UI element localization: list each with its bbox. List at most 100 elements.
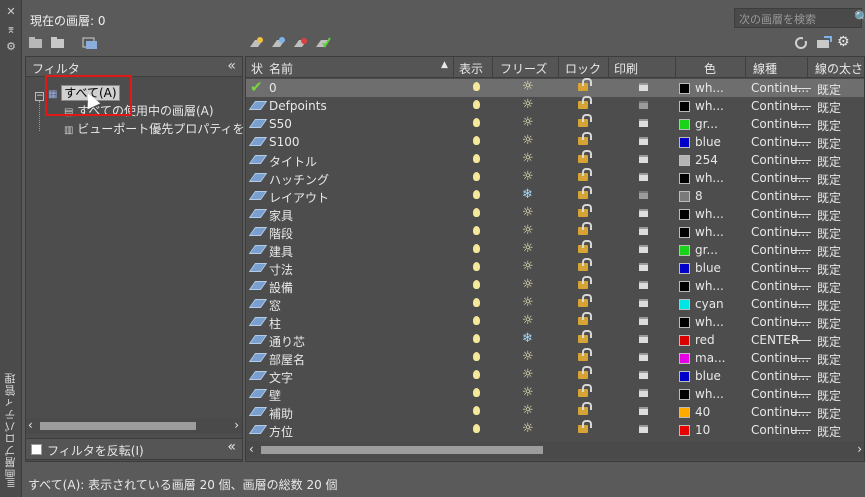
unlocked-icon[interactable] [578,330,592,343]
layer-row[interactable]: 窓 ☼ cyan Continu... 既定 [246,294,864,314]
color-swatch[interactable] [679,299,690,310]
scrollbar-thumb[interactable] [261,446,543,454]
unlocked-icon[interactable] [578,222,592,235]
plot-icon[interactable] [639,83,648,91]
plot-icon[interactable] [639,407,648,415]
layer-name[interactable]: 方位 [269,423,293,440]
on-off-bulb-icon[interactable] [473,388,480,397]
color-name[interactable]: wh... [695,225,724,239]
layer-row[interactable]: 階段 ☼ wh... Continu... 既定 [246,222,864,241]
col-name[interactable]: 名前 [269,60,293,77]
col-on[interactable]: 表示 [459,60,483,77]
layer-name[interactable]: ハッチング [269,171,329,188]
thawed-sun-icon[interactable]: ☼ [522,277,534,292]
color-name[interactable]: wh... [695,171,724,185]
tree-collapse-toggle[interactable]: − [35,92,44,101]
color-swatch[interactable] [679,317,690,328]
on-off-bulb-icon[interactable] [473,280,480,289]
unlocked-icon[interactable] [578,294,592,307]
color-name[interactable]: 10 [695,423,710,437]
no-plot-icon[interactable] [639,191,648,199]
layer-name[interactable]: タイトル [269,153,317,170]
col-freeze[interactable]: フリーズ [500,60,547,77]
color-name[interactable]: wh... [695,387,724,401]
thawed-sun-icon[interactable]: ☼ [522,367,534,382]
layer-row[interactable]: 壁 ☼ wh... Continu... 既定 [246,384,864,404]
lineweight[interactable]: 既定 [817,153,841,170]
unlocked-icon[interactable] [578,420,592,433]
layer-name[interactable]: S100 [269,135,300,149]
thawed-sun-icon[interactable]: ☼ [522,151,534,166]
layer-name[interactable]: 窓 [269,297,281,314]
unlocked-icon[interactable] [578,78,592,91]
on-off-bulb-icon[interactable] [473,226,480,235]
new-vp-frozen-layer-icon[interactable] [271,36,287,50]
unlocked-icon[interactable] [578,312,592,325]
new-layer-icon[interactable] [249,36,265,50]
lineweight[interactable]: 既定 [817,387,841,404]
color-swatch[interactable] [679,83,690,94]
layer-row[interactable]: 方位 ☼ 10 Continu... 既定 [246,420,864,440]
thawed-sun-icon[interactable]: ☼ [522,349,534,364]
layer-name[interactable]: 文字 [269,369,293,386]
collapse-filter-icon[interactable]: « [227,58,236,74]
thawed-sun-icon[interactable]: ☼ [522,115,534,130]
on-off-bulb-icon[interactable] [473,316,480,325]
layer-search-input[interactable]: 次の画層を検索 [734,8,862,28]
color-swatch[interactable] [679,191,690,202]
color-swatch[interactable] [679,281,690,292]
layer-row[interactable]: 部屋名 ☼ ma... Continu... 既定 [246,348,864,367]
on-off-bulb-icon[interactable] [473,424,480,433]
unlocked-icon[interactable] [578,384,592,397]
plot-icon[interactable] [639,371,648,379]
color-name[interactable]: cyan [695,297,724,311]
lineweight[interactable]: 既定 [817,171,841,188]
unlocked-icon[interactable] [578,96,592,109]
color-name[interactable]: 40 [695,405,710,419]
scroll-right-icon[interactable]: › [234,418,239,432]
color-name[interactable]: wh... [695,207,724,221]
thawed-sun-icon[interactable]: ☼ [522,169,534,184]
layer-row[interactable]: ✔ 0 ☼ wh... Continu... 既定 [246,78,864,97]
unlocked-icon[interactable] [578,114,592,127]
scroll-left-icon[interactable]: ‹ [249,442,254,456]
color-swatch[interactable] [679,119,690,130]
col-plot[interactable]: 印刷 [614,60,638,77]
pin-icon[interactable]: ⌆ [5,24,17,36]
lineweight[interactable]: 既定 [817,117,841,134]
unlocked-icon[interactable] [578,132,592,145]
scrollbar-thumb[interactable] [40,422,196,430]
layer-name[interactable]: 壁 [269,387,281,404]
layer-name[interactable]: Defpoints [269,99,327,113]
frozen-snowflake-icon[interactable]: ❄ [522,331,533,346]
color-name[interactable]: gr... [695,243,718,257]
color-name[interactable]: wh... [695,81,724,95]
unlocked-icon[interactable] [578,348,592,361]
lineweight[interactable]: 既定 [817,333,841,350]
color-swatch[interactable] [679,209,690,220]
color-swatch[interactable] [679,335,690,346]
on-off-bulb-icon[interactable] [473,298,480,307]
thawed-sun-icon[interactable]: ☼ [522,385,534,400]
on-off-bulb-icon[interactable] [473,82,480,91]
layer-row[interactable]: タイトル ☼ 254 Continu... 既定 [246,150,864,170]
layer-name[interactable]: 柱 [269,315,281,332]
layer-states-manager-icon[interactable] [82,36,98,50]
refresh-icon[interactable] [794,36,810,50]
col-linetype[interactable]: 線種 [753,60,777,77]
layer-row[interactable]: S100 ☼ blue Continu... 既定 [246,132,864,151]
layer-name[interactable]: 家具 [269,207,293,224]
settings-icon[interactable]: ⚙ [837,34,850,50]
thawed-sun-icon[interactable]: ☼ [522,241,534,256]
thawed-sun-icon[interactable]: ☼ [522,403,534,418]
lineweight[interactable]: 既定 [817,297,841,314]
on-off-bulb-icon[interactable] [473,262,480,271]
on-off-bulb-icon[interactable] [473,172,480,181]
layer-horizontal-scrollbar[interactable]: ‹ › [246,441,864,459]
layer-name[interactable]: S50 [269,117,292,131]
thawed-sun-icon[interactable]: ☼ [522,97,534,112]
delete-layer-icon[interactable] [293,36,309,50]
plot-icon[interactable] [639,227,648,235]
thawed-sun-icon[interactable]: ☼ [522,223,534,238]
color-swatch[interactable] [679,353,690,364]
